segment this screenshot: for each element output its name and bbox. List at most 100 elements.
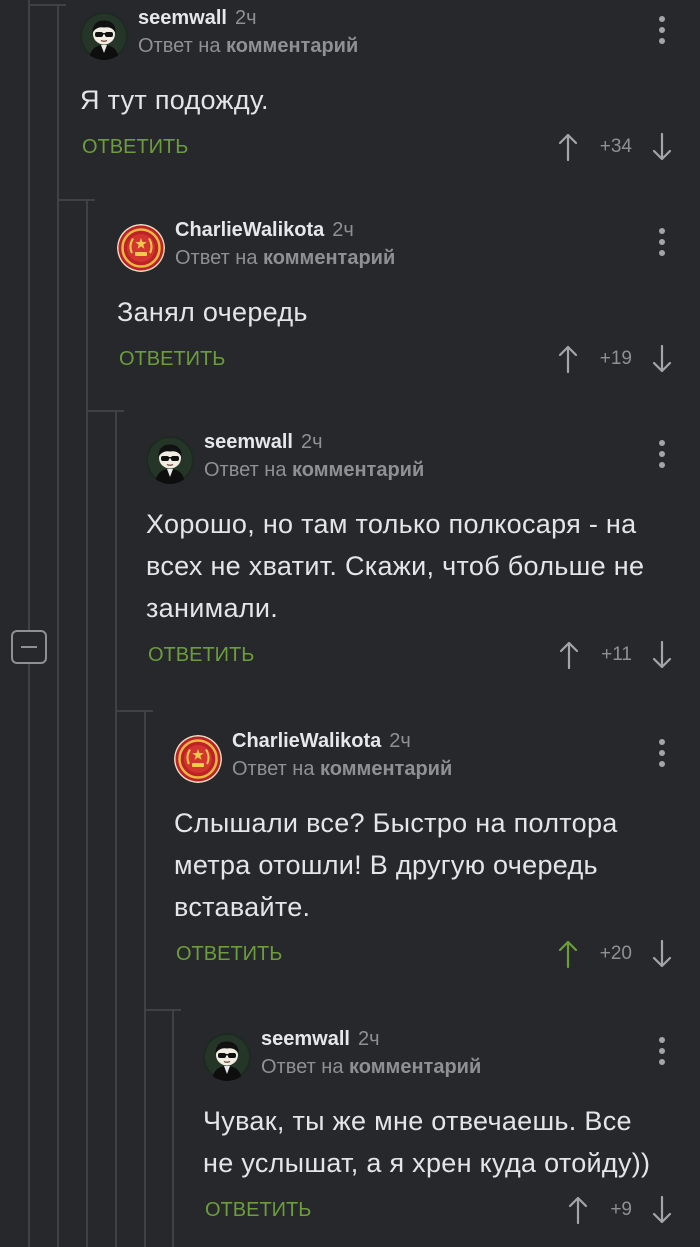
comment-text-line: вставайте.	[174, 892, 311, 922]
comment: CharlieWalikota 2ч Ответ на комментарий С…	[174, 730, 700, 969]
arrow-up-icon[interactable]	[558, 640, 580, 670]
comment-body: Занял очередь	[117, 291, 700, 333]
comment-time: 2ч	[357, 1028, 380, 1050]
reply-button[interactable]: ОТВЕТИТЬ	[205, 1195, 311, 1225]
comment-header: CharlieWalikota 2ч Ответ на комментарий	[117, 219, 700, 272]
reply-to-link[interactable]: комментарий	[263, 247, 395, 269]
comment-body: Я тут подожду.	[80, 79, 700, 121]
rating-controls: +19	[557, 344, 673, 374]
comment-meta: CharlieWalikota 2ч	[175, 218, 354, 242]
thread-line	[115, 411, 117, 1247]
comment-text-line: метра отошли! В другую очередь	[174, 850, 598, 880]
more-vertical-icon[interactable]	[659, 228, 665, 256]
reply-to-link[interactable]: комментарий	[226, 35, 358, 57]
more-vertical-icon[interactable]	[659, 16, 665, 44]
reply-to: Ответ на комментарий	[261, 1055, 481, 1079]
rating-score: +11	[601, 644, 632, 665]
arrow-up-icon[interactable]	[557, 939, 579, 969]
rating-score: +20	[599, 943, 632, 964]
reply-to-link[interactable]: комментарий	[349, 1056, 481, 1078]
comment-actions: ОТВЕТИТЬ +19	[117, 344, 700, 374]
charliewalikota-avatar[interactable]	[117, 224, 165, 272]
comment-text-line: занимали.	[146, 593, 279, 623]
reply-to-prefix: Ответ на	[175, 247, 258, 269]
author-name[interactable]: CharlieWalikota	[232, 730, 381, 752]
seemwall-avatar[interactable]	[203, 1033, 251, 1081]
comment: CharlieWalikota 2ч Ответ на комментарий З…	[117, 219, 700, 374]
reply-to: Ответ на комментарий	[138, 34, 358, 58]
rating-controls: +9	[567, 1195, 673, 1225]
comment-header: CharlieWalikota 2ч Ответ на комментарий	[174, 730, 700, 783]
comment-meta: seemwall 2ч	[261, 1027, 380, 1051]
rating-score: +9	[610, 1199, 632, 1220]
reply-to: Ответ на комментарий	[232, 757, 452, 781]
reply-to-prefix: Ответ на	[138, 35, 221, 57]
seemwall-avatar[interactable]	[80, 12, 128, 60]
comment-text-line: Занял очередь	[117, 297, 308, 327]
reply-button[interactable]: ОТВЕТИТЬ	[82, 132, 188, 162]
comment-time: 2ч	[300, 431, 323, 453]
more-vertical-icon[interactable]	[659, 739, 665, 767]
arrow-down-icon[interactable]	[651, 1195, 673, 1225]
author-name[interactable]: seemwall	[204, 431, 293, 453]
arrow-down-icon[interactable]	[651, 344, 673, 374]
comment-text-line: Хорошо, но там только полкосаря - на	[146, 509, 637, 539]
reply-button[interactable]: ОТВЕТИТЬ	[119, 344, 225, 374]
reply-to-prefix: Ответ на	[232, 758, 315, 780]
reply-to: Ответ на комментарий	[204, 458, 424, 482]
comment-body: Слышали все? Быстро на полтора метра ото…	[174, 802, 700, 928]
author-name[interactable]: seemwall	[138, 7, 227, 29]
thread-branch	[86, 410, 124, 412]
arrow-down-icon[interactable]	[651, 640, 673, 670]
comment-actions: ОТВЕТИТЬ +34	[80, 132, 700, 162]
arrow-down-icon[interactable]	[651, 939, 673, 969]
rating-controls: +11	[558, 640, 673, 670]
reply-button[interactable]: ОТВЕТИТЬ	[148, 640, 254, 670]
comment-text-line: всех не хватит. Скажи, чтоб больше не	[146, 551, 645, 581]
thread-branch	[57, 199, 95, 201]
arrow-up-icon[interactable]	[557, 132, 579, 162]
seemwall-avatar[interactable]	[146, 436, 194, 484]
author-name[interactable]: seemwall	[261, 1028, 350, 1050]
comment-header: seemwall 2ч Ответ на комментарий	[203, 1028, 700, 1081]
charliewalikota-avatar[interactable]	[174, 735, 222, 783]
comment-text-line: Я тут подожду.	[80, 85, 269, 115]
comment: seemwall 2ч Ответ на комментарий Хорошо, …	[146, 431, 700, 670]
arrow-up-icon[interactable]	[567, 1195, 589, 1225]
comment-text-line: Чувак, ты же мне отвечаешь. Все	[203, 1106, 632, 1136]
thread-branch	[115, 710, 153, 712]
comment-body: Хорошо, но там только полкосаря - на все…	[146, 503, 700, 629]
comment: seemwall 2ч Ответ на комментарий Я тут по…	[80, 7, 700, 162]
reply-to-prefix: Ответ на	[204, 459, 287, 481]
thread-branch	[144, 1009, 181, 1011]
author-name[interactable]: CharlieWalikota	[175, 219, 324, 241]
thread-line	[57, 4, 59, 1247]
more-vertical-icon[interactable]	[659, 440, 665, 468]
reply-to-link[interactable]: комментарий	[292, 459, 424, 481]
comment-time: 2ч	[234, 7, 257, 29]
rating-controls: +20	[557, 939, 673, 969]
thread-line	[144, 711, 146, 1247]
collapse-thread-button[interactable]	[11, 630, 47, 664]
arrow-up-icon[interactable]	[557, 344, 579, 374]
thread-line	[28, 0, 30, 1247]
comment-meta: seemwall 2ч	[204, 430, 323, 454]
reply-to: Ответ на комментарий	[175, 246, 395, 270]
reply-to-prefix: Ответ на	[261, 1056, 344, 1078]
comment-body: Чувак, ты же мне отвечаешь. Все не услыш…	[203, 1100, 700, 1184]
comment: seemwall 2ч Ответ на комментарий Чувак, т…	[203, 1028, 700, 1225]
thread-line	[172, 1010, 174, 1247]
rating-score: +34	[599, 136, 632, 157]
comment-meta: CharlieWalikota 2ч	[232, 729, 411, 753]
more-vertical-icon[interactable]	[659, 1037, 665, 1065]
comment-text-line: не услышат, а я хрен куда отойду))	[203, 1148, 651, 1178]
comment-header: seemwall 2ч Ответ на комментарий	[146, 431, 700, 484]
arrow-down-icon[interactable]	[651, 132, 673, 162]
comment-text-line: Слышали все? Быстро на полтора	[174, 808, 618, 838]
reply-to-link[interactable]: комментарий	[320, 758, 452, 780]
comment-actions: ОТВЕТИТЬ +20	[174, 939, 700, 969]
rating-controls: +34	[557, 132, 673, 162]
rating-score: +19	[599, 348, 632, 369]
reply-button[interactable]: ОТВЕТИТЬ	[176, 939, 282, 969]
comment-meta: seemwall 2ч	[138, 6, 257, 30]
